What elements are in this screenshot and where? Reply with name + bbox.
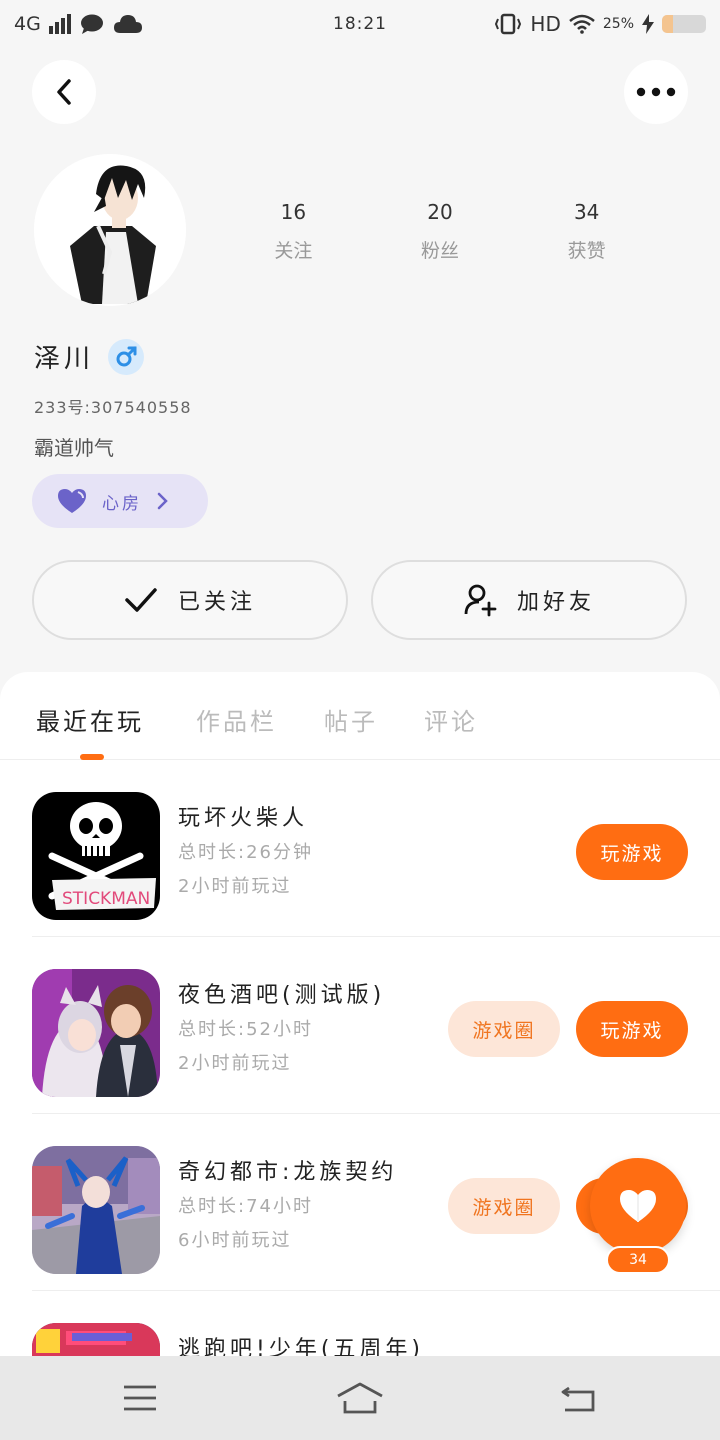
home-button[interactable] [334, 1376, 386, 1420]
game-circle-button[interactable]: 游戏圈 [448, 1178, 560, 1234]
tab-bar: 最近在玩 作品栏 帖子 评论 [0, 672, 720, 760]
menu-icon [124, 1385, 156, 1411]
tab-recent[interactable]: 最近在玩 [36, 702, 144, 737]
heart-icon [620, 1190, 656, 1222]
game-last-played: 6小时前玩过 [178, 1230, 292, 1251]
signal-icon [48, 14, 71, 34]
content-panel: 最近在玩 作品栏 帖子 评论 STICKMAN 玩坏火柴人 总时长:26分钟 2… [0, 672, 720, 1440]
play-game-button[interactable]: 玩游戏 [576, 1001, 688, 1057]
more-button[interactable] [624, 60, 688, 124]
wifi-icon [569, 14, 595, 34]
like-fab[interactable] [590, 1158, 686, 1254]
tab-posts[interactable]: 帖子 [324, 702, 378, 737]
follow-label: 已关注 [177, 590, 256, 615]
charging-icon [642, 14, 654, 34]
likes-count: 34 [573, 200, 600, 224]
likes-label: 获赞 [567, 240, 606, 262]
name-row: 泽川 [34, 338, 145, 375]
game-title: 夜色酒吧(测试版) [178, 983, 386, 1008]
status-bar: 4G 18:21 HD 25% [0, 0, 720, 48]
message-icon [80, 14, 103, 34]
game-duration: 总时长:52小时 [178, 1019, 313, 1040]
status-right: HD 25% [494, 12, 706, 36]
avatar-illustration [34, 154, 186, 306]
likes-stat[interactable]: 34 获赞 [513, 200, 660, 263]
game-icon [32, 1146, 160, 1274]
user-id: 233号:307540558 [34, 398, 192, 417]
chevron-left-icon [57, 79, 71, 105]
profile-stats: 16 关注 20 粉丝 34 获赞 [220, 200, 660, 263]
male-icon [116, 346, 137, 366]
signature: 霸道帅气 [34, 436, 114, 460]
game-title: 玩坏火柴人 [178, 806, 309, 831]
back-nav-button[interactable] [556, 1376, 600, 1420]
cloud-icon [113, 15, 142, 33]
follow-button[interactable]: 已关注 [32, 560, 348, 640]
game-last-played: 2小时前玩过 [178, 1053, 292, 1074]
battery-level [662, 15, 673, 33]
chevron-right-icon [157, 492, 168, 510]
back-icon [561, 1386, 595, 1412]
menu-button[interactable] [118, 1376, 162, 1420]
fans-stat[interactable]: 20 粉丝 [367, 200, 514, 263]
tab-comments[interactable]: 评论 [424, 702, 478, 737]
game-row[interactable]: STICKMAN 玩坏火柴人 总时长:26分钟 2小时前玩过 玩游戏 [32, 760, 720, 937]
game-row[interactable]: 夜色酒吧(测试版) 总时长:52小时 2小时前玩过 游戏圈 玩游戏 [32, 937, 720, 1114]
battery-icon [662, 15, 706, 33]
play-game-button[interactable]: 玩游戏 [576, 824, 688, 880]
game-title: 奇幻都市:龙族契约 [178, 1160, 398, 1185]
user-name: 泽川 [34, 344, 95, 374]
add-friend-button[interactable]: 加好友 [371, 560, 687, 640]
following-count: 16 [280, 200, 307, 224]
game-circle-button[interactable]: 游戏圈 [448, 1001, 560, 1057]
fans-label: 粉丝 [421, 240, 460, 262]
game-last-played: 2小时前玩过 [178, 876, 292, 897]
check-icon [125, 588, 157, 612]
home-icon [337, 1382, 383, 1414]
battery-percent: 25% [602, 16, 634, 32]
svg-text:STICKMAN: STICKMAN [62, 889, 150, 909]
following-stat[interactable]: 16 关注 [220, 200, 367, 263]
back-button[interactable] [32, 60, 96, 124]
heart-room-label: 心房 [102, 493, 142, 514]
game-duration: 总时长:74小时 [178, 1196, 313, 1217]
avatar[interactable] [34, 154, 186, 306]
tab-works[interactable]: 作品栏 [196, 702, 277, 737]
following-label: 关注 [274, 240, 313, 262]
fans-count: 20 [427, 200, 453, 224]
network-type: 4G [14, 13, 41, 35]
navigation-bar [0, 1356, 720, 1440]
more-dots-icon [636, 87, 676, 97]
game-icon [32, 969, 160, 1097]
game-duration: 总时长:26分钟 [178, 842, 313, 863]
like-count-badge: 34 [606, 1246, 670, 1274]
hd-indicator: HD [530, 12, 561, 36]
game-icon: STICKMAN [32, 792, 160, 920]
add-user-icon [464, 584, 497, 617]
status-left: 4G [14, 13, 143, 35]
heart-icon [58, 489, 86, 513]
gender-badge [108, 338, 145, 375]
vibrate-icon [495, 13, 522, 35]
add-friend-label: 加好友 [516, 590, 595, 615]
heart-room-button[interactable]: 心房 [32, 474, 208, 528]
